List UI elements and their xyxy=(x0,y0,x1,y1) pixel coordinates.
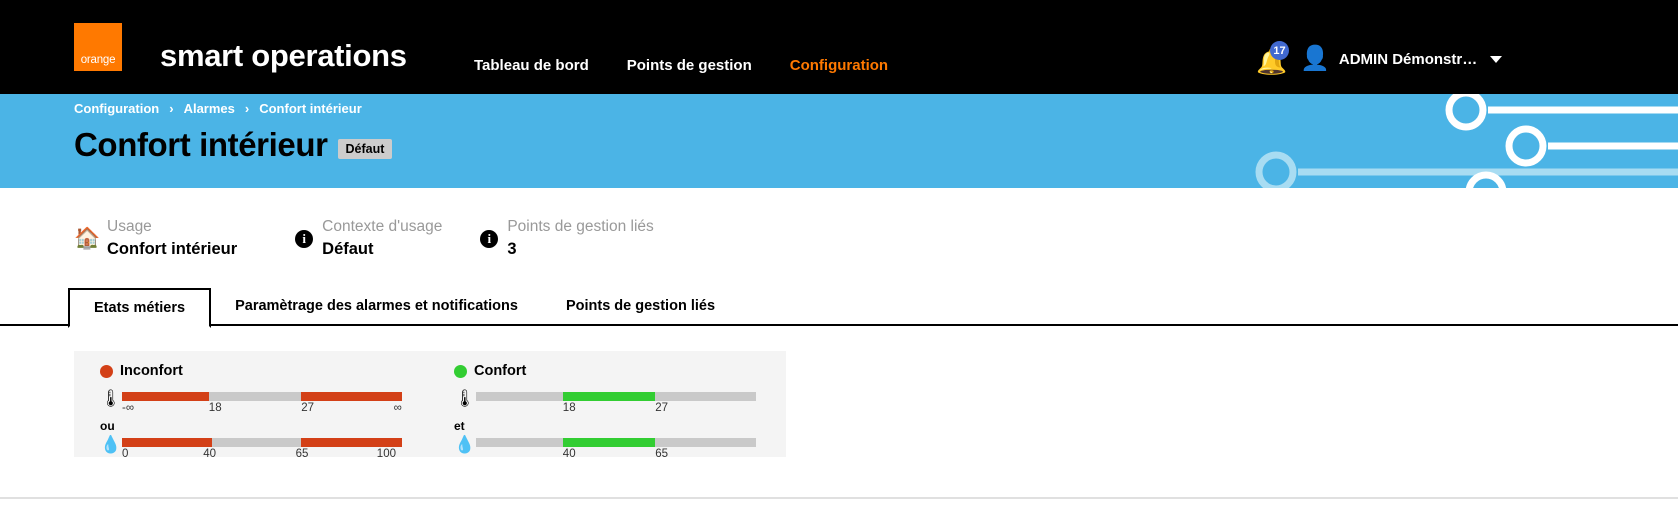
state-group-inconfort: Inconfort 🌡 -∞ 18 27 ∞ ou 💧 0 40 65 100 xyxy=(100,363,402,464)
breadcrumb-separator-icon: › xyxy=(244,101,250,116)
thermometer-icon: 🌡 xyxy=(100,389,122,408)
info-value-points-gestion-lies: 3 xyxy=(507,240,517,258)
range-tick-label: -∞ xyxy=(122,402,135,414)
range-segment xyxy=(122,438,212,447)
range-tick-labels: 0 40 65 100 xyxy=(122,448,402,462)
range-tick-label: 65 xyxy=(655,448,668,460)
range-tick-label: 18 xyxy=(562,402,576,414)
info-item-contexte-usage: i Contexte d'usage Défaut xyxy=(295,218,442,259)
range-tick-label: 40 xyxy=(562,448,576,460)
banner-decoration xyxy=(1255,94,1678,188)
logo-label: orange xyxy=(80,54,116,66)
range-track[interactable] xyxy=(476,438,756,447)
info-label-points-gestion-lies: Points de gestion liés xyxy=(507,218,654,235)
condition-connector-label: ou xyxy=(100,419,115,433)
range-track[interactable] xyxy=(122,438,402,447)
range-tick-labels: 18 27 xyxy=(476,402,756,416)
nav-item-configuration[interactable]: Configuration xyxy=(790,57,888,74)
page-title-text: Confort intérieur xyxy=(74,126,328,163)
main-navigation: Tableau de bord Points de gestion Config… xyxy=(474,57,888,74)
notification-count-badge: 17 xyxy=(1270,41,1289,60)
range-segment xyxy=(562,392,656,401)
range-track[interactable] xyxy=(476,392,756,401)
thermometer-icon: 🌡 xyxy=(454,389,476,408)
range-tick-labels: 40 65 xyxy=(476,448,756,462)
tab-etats-metiers[interactable]: Etats métiers xyxy=(68,288,212,328)
info-item-points-gestion-lies: i Points de gestion liés 3 xyxy=(480,218,654,259)
nav-item-tableau-de-bord[interactable]: Tableau de bord xyxy=(474,57,589,74)
range-tick-label: 65 xyxy=(295,448,309,460)
range-track[interactable] xyxy=(122,392,402,401)
range-tick-label: 27 xyxy=(655,402,668,414)
measure-range-row: 💧 40 65 xyxy=(454,434,756,464)
chevron-down-icon xyxy=(1490,55,1503,63)
state-header: Confort xyxy=(454,363,526,379)
state-name-label: Inconfort xyxy=(120,363,183,379)
droplet-icon: 💧 xyxy=(100,435,122,454)
range-tick-label: ∞ xyxy=(393,402,402,414)
range-tick-label: 27 xyxy=(301,402,314,414)
range-tick-label: 100 xyxy=(376,448,396,460)
info-value-usage: Confort intérieur xyxy=(107,240,238,258)
info-label-usage: Usage xyxy=(107,218,152,235)
breadcrumb-item-confort-interieur[interactable]: Confort intérieur xyxy=(259,101,362,116)
measure-range-row: 💧 0 40 65 100 xyxy=(100,434,402,464)
status-badge: Défaut xyxy=(337,139,393,159)
range-tick-labels: -∞ 18 27 ∞ xyxy=(122,402,402,416)
orange-logo[interactable]: orange xyxy=(74,23,122,71)
range-tick-label: 0 xyxy=(122,448,129,460)
user-menu[interactable]: 👤 ADMIN Démonstr… xyxy=(1300,45,1503,72)
breadcrumb-item-alarmes[interactable]: Alarmes xyxy=(184,101,235,116)
state-color-dot xyxy=(454,364,467,378)
range-tick-label: 18 xyxy=(208,402,222,414)
range-tick-label: 40 xyxy=(203,448,216,460)
breadcrumb-item-configuration[interactable]: Configuration xyxy=(74,101,159,116)
tab-parametrage-alarmes[interactable]: Paramètrage des alarmes et notifications xyxy=(211,288,542,328)
droplet-icon: 💧 xyxy=(454,435,476,454)
measure-range-row: 🌡 -∞ 18 27 ∞ xyxy=(100,388,402,418)
user-name-label: ADMIN Démonstr… xyxy=(1338,50,1478,68)
breadcrumb: Configuration › Alarmes › Confort intéri… xyxy=(74,101,362,116)
home-sensor-icon: 🏠 xyxy=(74,227,101,250)
state-header: Inconfort xyxy=(100,363,183,379)
notifications-button[interactable]: 🔔 17 xyxy=(1256,41,1289,78)
info-circle-icon[interactable]: i xyxy=(480,229,499,248)
tab-points-gestion-lies[interactable]: Points de gestion liés xyxy=(542,288,739,328)
range-segment xyxy=(301,438,402,447)
bottom-divider xyxy=(0,497,1678,499)
app-brand-title: smart operations xyxy=(160,38,407,73)
info-item-usage: 🏠 Usage Confort intérieur xyxy=(74,218,237,259)
condition-connector-label: et xyxy=(454,419,465,433)
page-title: Confort intérieur Défaut xyxy=(74,126,393,164)
user-avatar-icon: 👤 xyxy=(1300,45,1330,72)
info-label-contexte-usage: Contexte d'usage xyxy=(322,218,443,235)
state-color-dot xyxy=(100,364,113,378)
nav-item-points-de-gestion[interactable]: Points de gestion xyxy=(627,57,752,74)
summary-info-row: 🏠 Usage Confort intérieur i Contexte d'u… xyxy=(74,218,654,259)
state-group-confort: Confort 🌡 18 27 et 💧 40 65 xyxy=(454,363,756,464)
info-value-contexte-usage: Défaut xyxy=(322,240,374,258)
breadcrumb-separator-icon: › xyxy=(169,101,174,116)
top-navigation-bar: orange smart operations Tableau de bord … xyxy=(0,0,1678,94)
range-segment xyxy=(122,392,209,401)
info-circle-icon[interactable]: i xyxy=(295,229,314,248)
tab-bar: Etats métiers Paramètrage des alarmes et… xyxy=(0,288,1678,328)
range-segment xyxy=(301,392,402,401)
business-states-panel: Inconfort 🌡 -∞ 18 27 ∞ ou 💧 0 40 65 100 Confort 🌡 18 2… xyxy=(74,351,786,460)
measure-range-row: 🌡 18 27 xyxy=(454,388,756,418)
range-segment xyxy=(562,438,656,447)
state-name-label: Confort xyxy=(474,363,527,379)
